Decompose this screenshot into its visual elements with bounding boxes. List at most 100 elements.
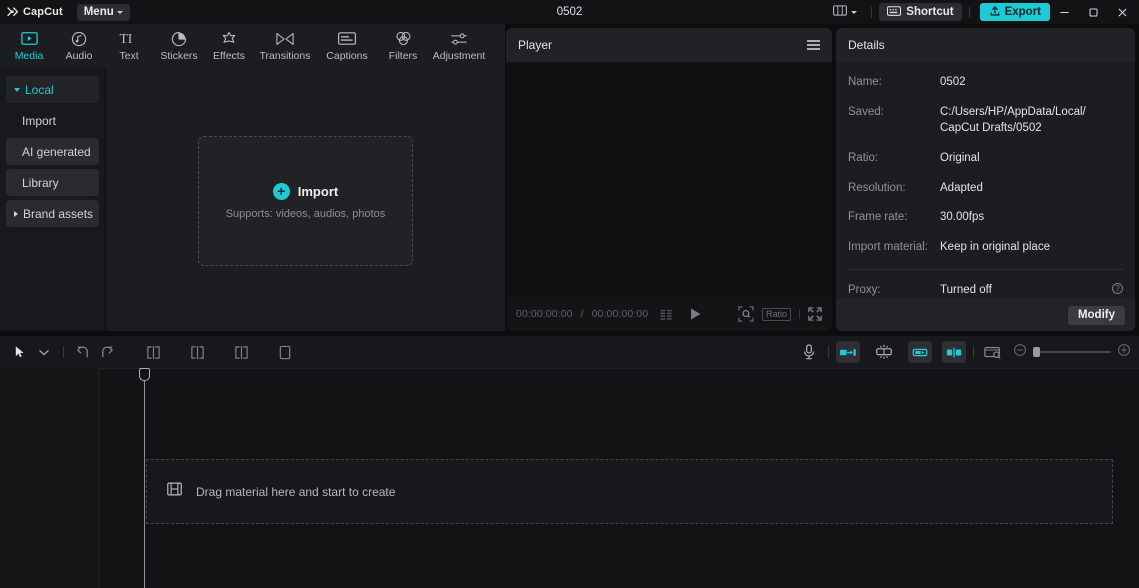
svg-text:TI: TI xyxy=(119,31,132,46)
total-timecode: 00:00:00:00 xyxy=(591,308,649,320)
zoom-out-icon[interactable] xyxy=(1013,343,1027,362)
redo-icon[interactable] xyxy=(95,341,119,363)
hamburger-icon[interactable] xyxy=(807,39,820,51)
tab-media[interactable]: Media xyxy=(4,25,54,67)
sidebar-item-local[interactable]: Local xyxy=(6,76,99,103)
zoom-handle[interactable] xyxy=(1033,347,1040,357)
menu-label: Menu xyxy=(83,6,114,18)
shortcut-button[interactable]: Shortcut xyxy=(879,3,962,21)
frames-icon[interactable] xyxy=(660,308,673,321)
undo-icon[interactable] xyxy=(71,341,95,363)
tab-transitions[interactable]: Transitions xyxy=(254,25,316,67)
tab-label: Captions xyxy=(326,50,368,62)
detail-value: C:/Users/HP/AppData/Local/ CapCut Drafts… xyxy=(940,105,1086,135)
timecode-separator: / xyxy=(580,308,584,320)
minimize-button[interactable] xyxy=(1050,0,1079,24)
transitions-icon xyxy=(276,30,294,47)
zoom-in-icon[interactable] xyxy=(1117,343,1131,362)
tab-label: Effects xyxy=(213,50,245,62)
trim-right-icon[interactable] xyxy=(229,341,253,363)
tab-label: Text xyxy=(119,50,139,62)
delete-icon[interactable] xyxy=(273,341,297,363)
maximize-button[interactable] xyxy=(1079,0,1108,24)
timeline-dropzone[interactable]: Drag material here and start to create xyxy=(146,459,1113,524)
split-icon[interactable] xyxy=(141,341,165,363)
play-icon[interactable] xyxy=(689,307,702,321)
player-header: Player xyxy=(506,28,832,62)
player-panel: Player 00:00:00:00 / 00:00:00:00 Ratio xyxy=(506,28,832,331)
close-button[interactable] xyxy=(1108,0,1137,24)
timeline-toolbar xyxy=(0,336,1139,368)
tab-captions[interactable]: Captions xyxy=(316,25,378,67)
titlebar-right-group: Shortcut Export xyxy=(826,0,1139,24)
tab-filters[interactable]: Filters xyxy=(378,25,428,67)
detail-row-saved: Saved: C:/Users/HP/AppData/Local/ CapCut… xyxy=(848,104,1123,137)
sidebar-item-import[interactable]: Import xyxy=(6,107,99,134)
detail-row-resolution: Resolution: Adapted xyxy=(848,180,1123,197)
tab-effects[interactable]: Effects xyxy=(204,25,254,67)
microphone-icon[interactable] xyxy=(797,341,821,363)
tab-label: Transitions xyxy=(259,50,311,62)
player-title: Player xyxy=(518,38,553,52)
timeline-area[interactable]: Drag material here and start to create xyxy=(0,368,1139,588)
tab-label: Stickers xyxy=(160,50,198,62)
import-dropzone[interactable]: + Import Supports: videos, audios, photo… xyxy=(198,136,413,266)
sidebar-item-label: Brand assets xyxy=(23,206,94,221)
sidebar-item-ai-generated[interactable]: AI generated xyxy=(6,138,99,165)
upload-icon xyxy=(989,5,1001,20)
detail-value: Adapted xyxy=(940,181,983,194)
keyboard-icon xyxy=(887,5,902,19)
app-logo: CapCut xyxy=(0,6,63,19)
zoom-track[interactable] xyxy=(1033,347,1111,357)
detail-key: Ratio: xyxy=(848,152,879,165)
tab-stickers[interactable]: Stickers xyxy=(154,25,204,67)
timeline-zoom-slider[interactable] xyxy=(1013,343,1131,362)
detail-key: Resolution: xyxy=(848,181,906,194)
auto-cut-icon[interactable] xyxy=(836,341,860,363)
detail-key: Name: xyxy=(848,76,882,88)
detail-row-name: Name: 0502 xyxy=(848,74,1123,91)
current-timecode: 00:00:00:00 xyxy=(516,308,573,320)
layout-button[interactable] xyxy=(826,0,864,24)
modify-button[interactable]: Modify xyxy=(1067,305,1125,325)
ratio-button[interactable]: Ratio xyxy=(761,307,791,321)
cursor-mode-dropdown[interactable] xyxy=(32,341,56,363)
detail-value: 30.00fps xyxy=(940,211,985,224)
preview-card-icon[interactable] xyxy=(981,341,1005,363)
magnet-snap-icon[interactable] xyxy=(872,341,896,363)
detail-key: Import material: xyxy=(848,241,928,254)
timeline-ruler[interactable] xyxy=(0,368,1139,369)
panel-tab-bar: Media Audio TI Text Stickers Effects Tra… xyxy=(0,24,505,68)
magnifier-icon[interactable] xyxy=(738,306,754,322)
detail-value: Turned off xyxy=(940,283,992,296)
details-title: Details xyxy=(848,38,885,52)
detail-row-proxy: Proxy: Turned off ? xyxy=(848,282,1123,299)
playhead[interactable] xyxy=(139,368,150,588)
tab-adjustment[interactable]: Adjustment xyxy=(428,25,490,67)
cursor-arrow-icon[interactable] xyxy=(8,341,32,363)
tab-label: Media xyxy=(14,50,44,62)
menu-button[interactable]: Menu xyxy=(76,3,130,21)
sidebar-item-label: AI generated xyxy=(22,144,91,159)
export-button[interactable]: Export xyxy=(979,3,1050,21)
mirror-icon[interactable] xyxy=(942,341,966,363)
details-panel: Details Name: 0502 Saved: C:/Users/HP/Ap… xyxy=(836,28,1135,331)
sidebar-item-library[interactable]: Library xyxy=(6,169,99,196)
link-clip-icon[interactable] xyxy=(908,341,932,363)
shortcut-label: Shortcut xyxy=(906,6,954,18)
divider xyxy=(848,268,1123,270)
track-header-column xyxy=(0,368,100,588)
detail-key: Frame rate: xyxy=(848,211,908,224)
trim-left-icon[interactable] xyxy=(185,341,209,363)
detail-row-import-material: Import material: Keep in original place xyxy=(848,239,1123,256)
adjustment-icon xyxy=(450,30,468,47)
fullscreen-icon[interactable] xyxy=(808,307,822,321)
detail-value: 0502 xyxy=(940,76,966,88)
sidebar-item-brand-assets[interactable]: Brand assets xyxy=(6,200,99,227)
help-icon[interactable]: ? xyxy=(1112,282,1123,294)
player-canvas[interactable] xyxy=(506,62,832,297)
effects-star-icon xyxy=(221,30,237,47)
playhead-grip[interactable] xyxy=(139,368,150,381)
tab-audio[interactable]: Audio xyxy=(54,25,104,67)
tab-text[interactable]: TI Text xyxy=(104,25,154,67)
